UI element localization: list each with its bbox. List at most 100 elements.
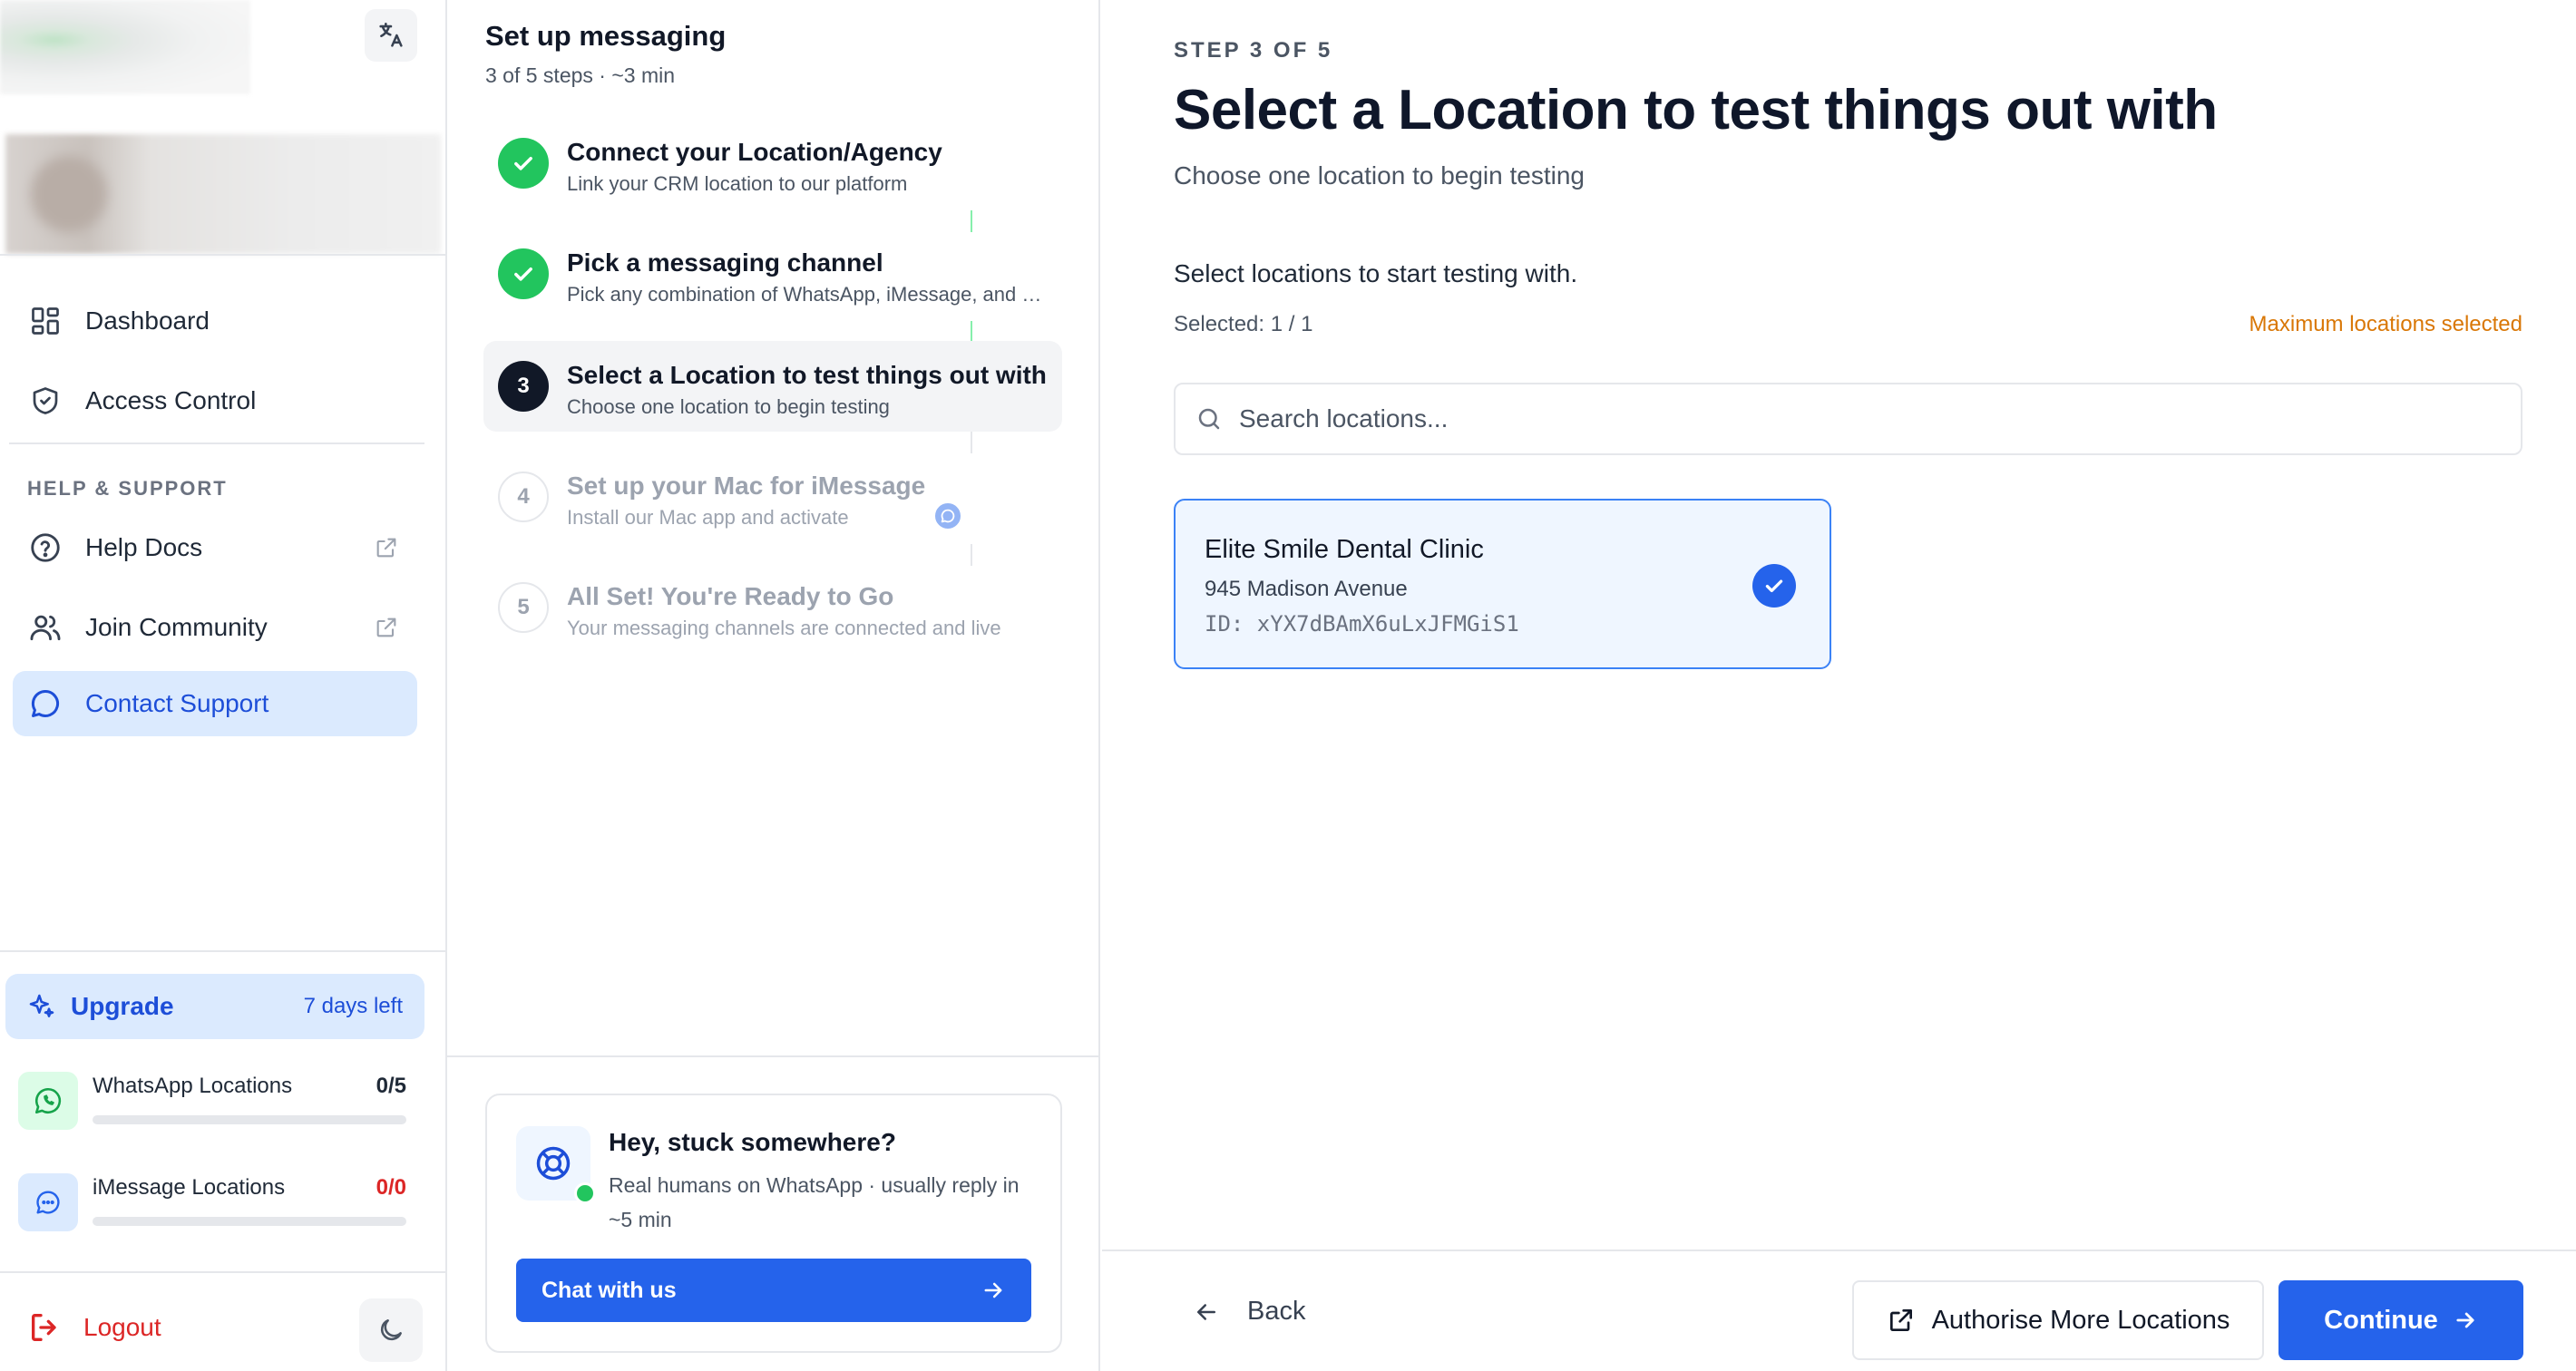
location-name: Elite Smile Dental Clinic bbox=[1205, 535, 1484, 564]
external-link-icon bbox=[1887, 1306, 1916, 1335]
nav-join-community[interactable]: Join Community bbox=[13, 595, 417, 660]
arrow-left-icon bbox=[1193, 1298, 1220, 1326]
theme-toggle-button[interactable] bbox=[359, 1298, 423, 1362]
main-content: STEP 3 OF 5 Select a Location to test th… bbox=[1102, 0, 2576, 1371]
step-desc: Your messaging channels are connected an… bbox=[567, 617, 1001, 639]
step-number: 5 bbox=[498, 582, 549, 633]
quota-value: 0/5 bbox=[376, 1074, 406, 1098]
translate-icon bbox=[376, 20, 406, 51]
whatsapp-icon bbox=[18, 1072, 78, 1130]
nav-help-docs[interactable]: Help Docs bbox=[13, 515, 417, 580]
location-search[interactable] bbox=[1174, 383, 2522, 455]
trial-days-left: 7 days left bbox=[303, 994, 403, 1018]
arrow-right-icon bbox=[981, 1278, 1006, 1303]
user-profile[interactable] bbox=[5, 134, 441, 254]
selection-intro: Select locations to start testing with. bbox=[1174, 259, 1578, 287]
step-indicator: STEP 3 OF 5 bbox=[1174, 38, 1333, 63]
step-4: 4 Set up your Mac for iMessage Install o… bbox=[483, 452, 1062, 542]
search-input[interactable] bbox=[1239, 404, 2418, 433]
chat-button-label: Chat with us bbox=[542, 1277, 677, 1303]
divider bbox=[0, 950, 445, 952]
location-id: ID: xYX7dBAmX6uLxJFMGiS1 bbox=[1205, 611, 1519, 637]
arrow-right-icon bbox=[2453, 1308, 2478, 1333]
imessage-badge-icon bbox=[932, 501, 963, 531]
step-complete-check-icon bbox=[498, 248, 549, 299]
nav-label: Dashboard bbox=[85, 306, 210, 335]
imessage-icon bbox=[18, 1173, 78, 1231]
shield-check-icon bbox=[25, 381, 65, 421]
external-link-icon bbox=[374, 535, 399, 560]
step-desc: Link your CRM location to our platform bbox=[567, 172, 908, 195]
step-title: Connect your Location/Agency bbox=[567, 138, 942, 166]
help-card-desc: Real humans on WhatsApp · usually reply … bbox=[609, 1173, 1020, 1231]
step-title: Pick a messaging channel bbox=[567, 248, 883, 277]
step-5: 5 All Set! You're Ready to Go Your messa… bbox=[483, 562, 1062, 653]
back-button[interactable]: Back bbox=[1193, 1297, 1305, 1327]
selected-count: Selected: 1 / 1 bbox=[1174, 312, 1313, 336]
step-1[interactable]: Connect your Location/Agency Link your C… bbox=[483, 118, 1062, 209]
step-title: All Set! You're Ready to Go bbox=[567, 582, 894, 610]
step-3[interactable]: 3 Select a Location to test things out w… bbox=[483, 341, 1062, 432]
nav-access-control[interactable]: Access Control bbox=[13, 368, 417, 433]
steps-title: Set up messaging bbox=[485, 20, 727, 52]
search-icon bbox=[1195, 405, 1223, 433]
setup-steps-panel: Set up messaging 3 of 5 steps · ~3 min C… bbox=[447, 0, 1100, 1371]
authorise-more-locations-button[interactable]: Authorise More Locations bbox=[1852, 1280, 2264, 1360]
step-title: Set up your Mac for iMessage bbox=[567, 472, 926, 500]
divider bbox=[9, 442, 424, 444]
step-number: 4 bbox=[498, 472, 549, 522]
section-label: HELP & SUPPORT bbox=[27, 477, 228, 500]
authorise-label: Authorise More Locations bbox=[1931, 1305, 2230, 1335]
sparkles-icon bbox=[27, 992, 56, 1021]
moon-icon bbox=[376, 1316, 405, 1345]
step-complete-check-icon bbox=[498, 138, 549, 189]
step-title: Select a Location to test things out wit… bbox=[567, 361, 1047, 389]
step-desc: Choose one location to begin testing bbox=[567, 395, 890, 418]
nav-dashboard[interactable]: Dashboard bbox=[13, 288, 417, 354]
step-connector bbox=[971, 321, 972, 343]
step-desc: Pick any combination of WhatsApp, iMessa… bbox=[567, 283, 1048, 306]
dashboard-grid-icon bbox=[25, 301, 65, 341]
logout-icon bbox=[27, 1309, 63, 1346]
step-desc: Install our Mac app and activate bbox=[567, 506, 849, 529]
quota-value: 0/0 bbox=[376, 1175, 406, 1200]
quota-label: WhatsApp Locations bbox=[93, 1074, 293, 1098]
logout-button[interactable]: Logout bbox=[27, 1309, 161, 1346]
message-circle-icon bbox=[25, 684, 65, 724]
online-status-dot bbox=[574, 1182, 596, 1204]
location-address: 945 Madison Avenue bbox=[1205, 577, 1408, 601]
page-title: Select a Location to test things out wit… bbox=[1174, 79, 2218, 141]
quota-label: iMessage Locations bbox=[93, 1175, 286, 1200]
help-circle-icon bbox=[25, 528, 65, 568]
step-2[interactable]: Pick a messaging channel Pick any combin… bbox=[483, 228, 1062, 319]
chat-with-us-button[interactable]: Chat with us bbox=[516, 1259, 1031, 1322]
language-button[interactable] bbox=[365, 9, 417, 62]
divider bbox=[1102, 1249, 2576, 1251]
brand-logo[interactable] bbox=[0, 0, 250, 94]
nav-contact-support[interactable]: Contact Support bbox=[13, 671, 417, 736]
help-card: Hey, stuck somewhere? Real humans on Wha… bbox=[485, 1094, 1062, 1353]
nav-label: Contact Support bbox=[85, 689, 269, 717]
nav-label: Help Docs bbox=[85, 533, 203, 561]
external-link-icon bbox=[374, 615, 399, 640]
continue-button[interactable]: Continue bbox=[2278, 1280, 2523, 1360]
logout-label: Logout bbox=[83, 1313, 161, 1341]
divider bbox=[447, 1055, 1098, 1057]
nav-label: Access Control bbox=[85, 386, 257, 414]
nav-label: Join Community bbox=[85, 613, 268, 641]
step-connector bbox=[971, 432, 972, 453]
users-icon bbox=[25, 608, 65, 647]
max-selected-notice: Maximum locations selected bbox=[2249, 312, 2522, 336]
step-number: 3 bbox=[498, 361, 549, 412]
steps-progress: 3 of 5 steps · ~3 min bbox=[485, 63, 676, 87]
upgrade-label: Upgrade bbox=[71, 992, 174, 1020]
help-card-title: Hey, stuck somewhere? bbox=[609, 1128, 896, 1156]
upgrade-button[interactable]: Upgrade 7 days left bbox=[5, 974, 424, 1039]
whatsapp-quota: WhatsApp Locations 0/5 bbox=[18, 1070, 417, 1132]
back-label: Back bbox=[1247, 1297, 1306, 1326]
quota-progress-bar bbox=[93, 1217, 406, 1226]
location-card[interactable]: Elite Smile Dental Clinic 945 Madison Av… bbox=[1174, 499, 1831, 669]
selected-check-icon bbox=[1752, 564, 1796, 608]
page-subtitle: Choose one location to begin testing bbox=[1174, 161, 1585, 190]
imessage-quota: iMessage Locations 0/0 bbox=[18, 1172, 417, 1233]
